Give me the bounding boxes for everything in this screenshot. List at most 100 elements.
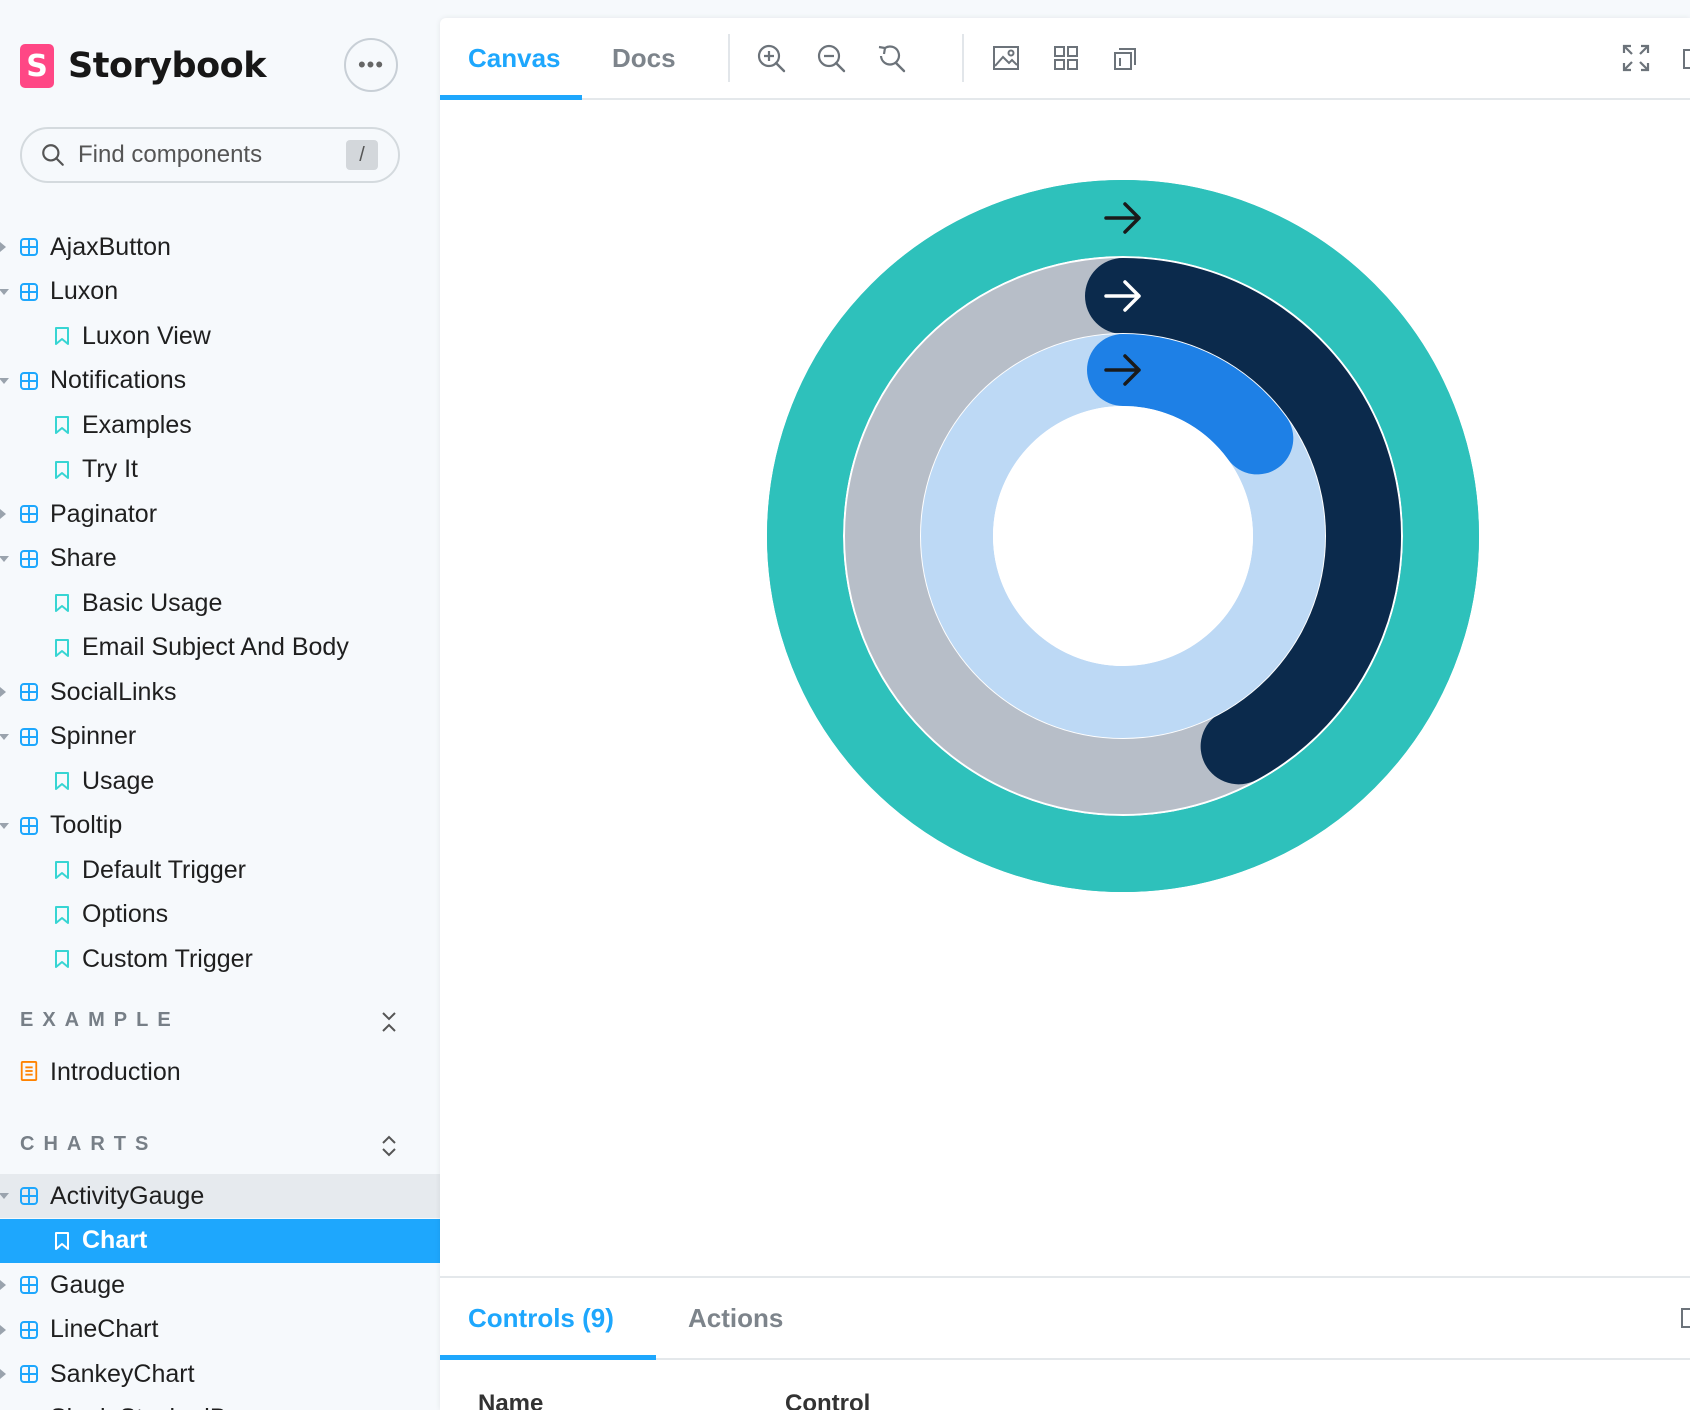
tree-component-spinner[interactable]: Spinner [0, 715, 440, 759]
tree-item-label: Custom Trigger [82, 944, 253, 973]
tree-item-label: Luxon View [82, 321, 211, 350]
caret-right-icon[interactable] [0, 687, 6, 697]
active-tab-indicator [440, 1355, 656, 1360]
section-title: CHARTS [20, 1133, 158, 1155]
addons-panel: Controls (9) Actions Name Control [440, 1276, 1690, 1410]
grid-icon[interactable] [1050, 42, 1082, 74]
tab-controls[interactable]: Controls (9) [440, 1278, 656, 1360]
section-example[interactable]: EXAMPLE [20, 1007, 400, 1037]
tree-item-label: Default Trigger [82, 855, 246, 884]
tab-docs[interactable]: Docs [612, 18, 676, 98]
tree-component-notifications[interactable]: Notifications [0, 359, 440, 403]
collapse-icon[interactable] [378, 1009, 400, 1035]
caret-right-icon[interactable] [0, 1369, 6, 1379]
tree-story-email-subject-and-body[interactable]: Email Subject And Body [0, 626, 440, 670]
tree-component-activitygauge[interactable]: ActivityGauge [0, 1174, 440, 1218]
bookmark-icon [55, 905, 69, 924]
caret-right-icon[interactable] [0, 1324, 6, 1335]
component-icon [20, 549, 38, 568]
more-icon: ••• [357, 52, 385, 77]
tree-item-label: Usage [82, 766, 155, 795]
tree-story-examples[interactable]: Examples [0, 403, 440, 447]
component-icon [20, 1276, 38, 1294]
tree-component-ajaxbutton[interactable]: AjaxButton [0, 225, 440, 269]
tree-story-try-it[interactable]: Try It [0, 448, 440, 492]
caret-down-icon[interactable] [0, 1193, 9, 1199]
bookmark-icon [55, 638, 69, 657]
tree-item-label: SingleStackedBar [50, 1404, 249, 1410]
tree-story-usage[interactable]: Usage [0, 759, 440, 803]
tree-story-custom-trigger[interactable]: Custom Trigger [0, 937, 440, 981]
caret-down-icon[interactable] [0, 555, 9, 562]
tree-item-label: ActivityGauge [50, 1181, 205, 1210]
menu-button[interactable]: ••• [344, 38, 398, 92]
tree-component-singlestackedbar[interactable]: SingleStackedBar [0, 1397, 440, 1410]
expand-icon[interactable] [378, 1133, 400, 1159]
caret-right-icon[interactable] [0, 509, 6, 519]
tab-actions[interactable]: Actions [688, 1278, 783, 1358]
section-title: EXAMPLE [20, 1009, 180, 1031]
search-box[interactable]: / [20, 127, 400, 183]
component-icon [20, 1320, 38, 1339]
caret-down-icon[interactable] [0, 377, 9, 384]
tree-item-label: AjaxButton [50, 232, 171, 261]
component-icon [20, 238, 38, 256]
new-tab-icon[interactable] [1680, 42, 1690, 74]
component-icon [20, 683, 38, 701]
tree-component-linechart[interactable]: LineChart [0, 1308, 440, 1352]
tree-item-label: Introduction [50, 1057, 181, 1086]
bookmark-icon [55, 327, 69, 345]
caret-right-icon[interactable] [0, 242, 6, 252]
tree-component-sociallinks[interactable]: SocialLinks [0, 670, 440, 714]
search-input[interactable] [78, 141, 328, 169]
tab-actions-label: Actions [688, 1302, 784, 1333]
tree-story-default-trigger[interactable]: Default Trigger [0, 848, 440, 892]
zoom-in-icon[interactable] [755, 42, 787, 74]
tree-item-label: Notifications [50, 366, 187, 394]
bookmark-icon [55, 772, 69, 790]
tree-item-label: Basic Usage [82, 588, 223, 617]
component-icon [20, 1187, 38, 1205]
tab-canvas[interactable]: Canvas [440, 18, 582, 100]
caret-right-icon[interactable] [0, 1280, 6, 1290]
tab-controls-label: Controls (9) [468, 1302, 614, 1333]
tree-item-label: Paginator [50, 499, 158, 528]
tree-story-luxon-view[interactable]: Luxon View [0, 314, 440, 358]
tab-canvas-label: Canvas [468, 42, 561, 73]
caret-down-icon[interactable] [0, 822, 9, 829]
background-icon[interactable] [990, 42, 1022, 74]
tree-component-sankeychart[interactable]: SankeyChart [0, 1352, 440, 1396]
zoom-out-icon[interactable] [815, 42, 847, 74]
brand[interactable]: S Storybook [20, 44, 266, 88]
tree-component-tooltip[interactable]: Tooltip [0, 804, 440, 848]
tree-item-label: Share [50, 544, 117, 572]
tree-item-label: Examples [82, 410, 192, 439]
fullscreen-icon[interactable] [1620, 42, 1652, 74]
component-icon [20, 727, 38, 746]
caret-down-icon[interactable] [0, 288, 9, 295]
caret-down-icon[interactable] [0, 733, 9, 740]
tree-component-gauge[interactable]: Gauge [0, 1263, 440, 1307]
tree-item-label: Spinner [50, 722, 137, 750]
tree-component-paginator[interactable]: Paginator [0, 492, 440, 536]
bookmark-icon [55, 416, 69, 434]
section-charts[interactable]: CHARTS [20, 1131, 400, 1161]
component-icon [20, 371, 38, 390]
tree-doc-introduction[interactable]: Introduction [0, 1050, 440, 1094]
bookmark-icon [55, 950, 69, 968]
tree-item-label: LineChart [50, 1315, 159, 1343]
panel-position-icon[interactable] [1676, 1302, 1690, 1334]
tree-component-luxon[interactable]: Luxon [0, 270, 440, 314]
document-icon [20, 1061, 38, 1081]
tree-component-share[interactable]: Share [0, 537, 440, 581]
toolbar-divider [728, 34, 730, 82]
zoom-reset-icon[interactable] [875, 42, 907, 74]
tree-item-label: SankeyChart [50, 1359, 195, 1388]
toolbar-divider [962, 34, 964, 82]
tree-story-basic-usage[interactable]: Basic Usage [0, 581, 440, 625]
tree-story-options[interactable]: Options [0, 893, 440, 937]
tree-story-chart[interactable]: Chart [0, 1218, 440, 1263]
outline-icon[interactable] [1110, 42, 1142, 74]
search-icon [42, 144, 64, 166]
activity-gauge [766, 179, 1480, 893]
